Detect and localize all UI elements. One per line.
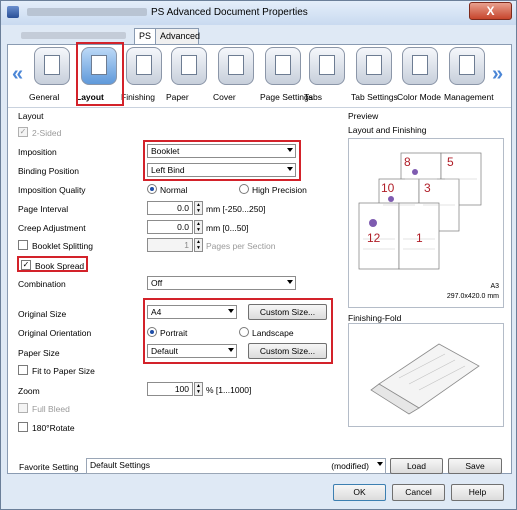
favorite-setting-label: Favorite Setting — [19, 462, 79, 472]
imposition-label: Imposition — [18, 147, 57, 157]
page-interval-input[interactable]: 0.0 — [147, 201, 193, 215]
quality-high-label: High Precision — [252, 185, 307, 195]
cover-icon — [218, 47, 254, 85]
creep-adjustment-label: Creep Adjustment — [18, 223, 86, 233]
paper-size-label: Paper Size — [18, 348, 60, 358]
two-sided-checkbox[interactable]: ✓ — [18, 127, 28, 137]
finishing-fold-title: Finishing-Fold — [348, 313, 402, 323]
original-orientation-label: Original Orientation — [18, 328, 92, 338]
page-number-5: 5 — [447, 155, 454, 169]
toolbar-cover[interactable]: Cover — [213, 47, 259, 105]
close-button[interactable]: X — [469, 2, 512, 20]
page-number-12: 12 — [367, 231, 381, 245]
booklet-splitting-unit: Pages per Section — [206, 241, 276, 251]
scroll-right-icon[interactable]: » — [492, 63, 503, 86]
original-size-label: Original Size — [18, 309, 67, 319]
zoom-stepper[interactable]: ▲ ▼ — [194, 382, 203, 396]
chevron-down-icon — [377, 462, 383, 466]
general-icon — [34, 47, 70, 85]
toolbar-paper[interactable]: Paper — [166, 47, 212, 105]
toolbar-finishing[interactable]: Finishing — [121, 47, 167, 105]
page-number-10: 10 — [381, 181, 395, 195]
booklet-splitting-checkbox[interactable] — [18, 240, 28, 250]
scroll-left-icon[interactable]: « — [12, 63, 23, 86]
zoom-label: Zoom — [18, 386, 40, 396]
combination-label: Combination — [18, 279, 66, 289]
booklet-splitting-label: Booklet Splitting — [32, 241, 93, 251]
booklet-splitting-stepper: ▲ ▼ — [194, 238, 203, 252]
finishing-icon — [126, 47, 162, 85]
cancel-button[interactable]: Cancel — [392, 484, 445, 501]
favorite-setting-select[interactable]: Default Settings (modified) — [86, 458, 386, 474]
highlight-book-spread — [17, 256, 88, 272]
booklet-preview-illustration: 8 5 10 3 12 1 — [358, 152, 482, 270]
toolbar-color-mode[interactable]: Color Mode — [397, 47, 443, 105]
creep-adjustment-stepper[interactable]: ▲ ▼ — [194, 220, 203, 234]
full-bleed-checkbox[interactable] — [18, 403, 28, 413]
blurred-printer-name — [27, 8, 147, 16]
creep-adjustment-input[interactable]: 0.0 — [147, 220, 193, 234]
page-interval-label: Page Interval — [18, 204, 69, 214]
section-layout-title: Layout — [18, 111, 44, 121]
properties-panel: « » General Layout Finishing Paper Cover… — [7, 42, 512, 474]
paper-size-dims: 297.0x420.0 mm — [446, 293, 499, 300]
color-mode-icon — [402, 47, 438, 85]
printer-app-icon — [7, 6, 19, 18]
zoom-unit: % [1...1000] — [206, 385, 252, 395]
zoom-input[interactable]: 100 — [147, 382, 193, 396]
toolbar-management[interactable]: Management — [444, 47, 494, 105]
save-button[interactable]: Save — [448, 458, 502, 474]
fold-illustration — [370, 343, 480, 415]
tab-ps[interactable]: PS — [134, 28, 156, 45]
management-icon — [449, 47, 485, 85]
paper-size-name: A3 — [490, 283, 499, 290]
fit-to-paper-label: Fit to Paper Size — [32, 366, 95, 376]
tabs-icon — [309, 47, 345, 85]
quality-normal-label: Normal — [160, 185, 188, 195]
page-number-3: 3 — [424, 181, 431, 195]
tab-settings-icon — [356, 47, 392, 85]
paper-icon — [171, 47, 207, 85]
preview-subtitle: Layout and Finishing — [348, 125, 427, 135]
load-button[interactable]: Load — [390, 458, 443, 474]
page-interval-unit: mm [-250...250] — [206, 204, 266, 214]
combination-select[interactable]: Off — [147, 276, 296, 290]
modified-indicator: (modified) — [331, 461, 369, 471]
layout-preview: 8 5 10 3 12 1 A3 297.0x420.0 mm — [348, 138, 504, 308]
fit-to-paper-checkbox[interactable] — [18, 365, 28, 375]
blurred-tab-text — [21, 32, 126, 39]
toolbar-tabs[interactable]: Tabs — [304, 47, 350, 105]
title-bar: PS Advanced Document Properties X — [1, 1, 516, 25]
highlight-imposition — [143, 140, 301, 181]
two-sided-label: 2-Sided — [32, 128, 62, 138]
window-title: PS Advanced Document Properties — [151, 7, 308, 18]
ok-button[interactable]: OK — [333, 484, 386, 501]
page-settings-icon — [265, 47, 301, 85]
toolbar-separator — [8, 107, 511, 108]
rotate-180-label: 180°Rotate — [32, 423, 75, 433]
dialog-window: PS Advanced Document Properties X PS Adv… — [0, 0, 517, 510]
rotate-180-checkbox[interactable] — [18, 422, 28, 432]
page-number-1: 1 — [416, 231, 423, 245]
fold-preview — [348, 323, 504, 427]
category-toolbar: « » General Layout Finishing Paper Cover… — [8, 42, 511, 107]
booklet-splitting-input: 1 — [147, 238, 193, 252]
highlight-layout — [76, 42, 124, 106]
full-bleed-label: Full Bleed — [32, 404, 70, 414]
page-interval-stepper[interactable]: ▲ ▼ — [194, 201, 203, 215]
preview-title: Preview — [348, 111, 379, 121]
tab-advanced[interactable]: Advanced — [155, 28, 200, 44]
quality-normal-radio[interactable] — [147, 184, 157, 194]
toolbar-general[interactable]: General — [29, 47, 75, 105]
page-number-8: 8 — [404, 155, 411, 169]
toolbar-tab-settings[interactable]: Tab Settings — [351, 47, 398, 105]
help-button[interactable]: Help — [451, 484, 504, 501]
creep-adjustment-unit: mm [0...50] — [206, 223, 249, 233]
binding-position-label: Binding Position — [18, 166, 79, 176]
toolbar-page-settings[interactable]: Page Settings — [260, 47, 313, 105]
highlight-size-settings — [143, 298, 333, 364]
quality-high-radio[interactable] — [239, 184, 249, 194]
imposition-quality-label: Imposition Quality — [18, 185, 86, 195]
chevron-down-icon — [287, 280, 293, 284]
